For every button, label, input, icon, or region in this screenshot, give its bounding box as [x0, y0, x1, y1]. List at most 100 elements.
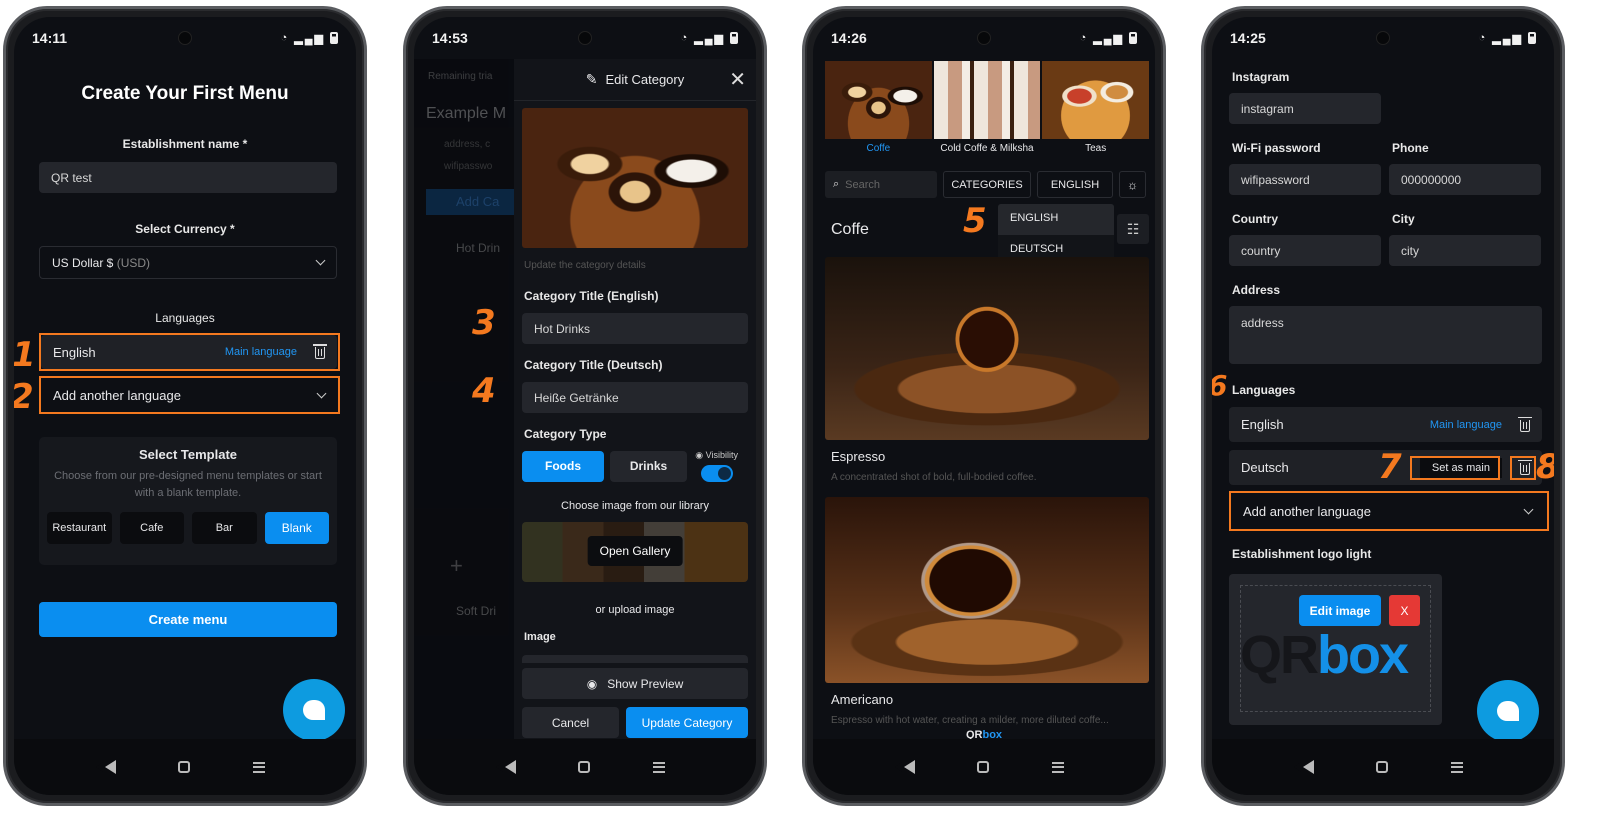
search-input[interactable]: ⌕ Search [825, 171, 937, 198]
visibility-toggle[interactable] [700, 465, 733, 482]
edit-category-modal: ✎ Edit Category ✕ Update the category de… [514, 59, 756, 739]
logo-light-upload: QRbox Edit image X [1229, 574, 1442, 725]
recents-icon[interactable] [652, 761, 665, 773]
template-blank[interactable]: Blank [264, 512, 329, 544]
category-label: Coffe [866, 143, 891, 154]
camera-icon [1376, 31, 1390, 45]
item-name: Americano [831, 692, 894, 707]
update-category-button[interactable]: Update Category [626, 707, 748, 738]
status-icons: ◔ ▂▄▆ [1080, 32, 1137, 45]
languages-label: Languages [1232, 383, 1296, 397]
wifi-icon: ◔ [280, 32, 290, 44]
back-icon[interactable] [496, 760, 517, 774]
template-panel: Select Template Choose from our pre-desi… [39, 437, 337, 565]
instagram-input[interactable]: instagram [1229, 93, 1381, 124]
template-restaurant[interactable]: Restaurant [47, 512, 112, 544]
trash-icon[interactable] [1518, 416, 1532, 432]
item-description: A concentrated shot of bold, full-bodied… [831, 472, 1037, 483]
visibility-label: Visibility [705, 450, 738, 460]
create-menu-button[interactable]: Create menu [39, 602, 337, 637]
menu-item-espresso[interactable]: Espresso A concentrated shot of bold, fu… [825, 257, 1149, 483]
type-drinks[interactable]: Drinks [610, 450, 687, 482]
type-label: Category Type [524, 427, 607, 441]
establishment-input[interactable]: QR test [39, 162, 337, 193]
home-icon[interactable] [977, 761, 990, 773]
status-time: 14:26 [831, 30, 867, 46]
recents-icon[interactable] [1051, 761, 1064, 773]
status-bar: 14:53 ◔ ▂▄▆ [414, 17, 756, 59]
wifi-icon: ◔ [1478, 32, 1488, 44]
logo-preview: QRbox [1240, 624, 1409, 686]
category-thumb [1042, 61, 1150, 139]
category-tab-cold[interactable]: Cold Coffe & Milksha [933, 61, 1041, 154]
image-input[interactable] [522, 655, 748, 663]
back-icon[interactable] [895, 760, 916, 774]
phone-label: Phone [1392, 141, 1429, 155]
show-preview-button[interactable]: ◉ Show Preview [522, 668, 748, 699]
category-tab-teas[interactable]: Teas [1042, 61, 1150, 154]
open-gallery-button[interactable]: Open Gallery [587, 536, 683, 566]
signal-icon: ▂▄▆ [294, 32, 325, 45]
recents-icon[interactable] [1450, 761, 1463, 773]
address-input[interactable]: address [1229, 306, 1542, 364]
language-button[interactable]: ENGLISH [1037, 171, 1113, 198]
annotation-number-2: 2 [14, 377, 34, 417]
template-bar[interactable]: Bar [192, 512, 257, 544]
page-title: Create Your First Menu [81, 83, 289, 104]
remove-image-button[interactable]: X [1389, 595, 1420, 626]
phone-input[interactable]: 000000000 [1389, 164, 1541, 195]
annotation-box-7 [1410, 456, 1500, 480]
instagram-label: Instagram [1232, 70, 1290, 84]
home-icon[interactable] [1376, 761, 1389, 773]
gallery-preview[interactable]: Open Gallery [522, 522, 748, 582]
camera-icon [578, 31, 592, 45]
title-de-input[interactable]: Heiße Getränke [522, 382, 748, 413]
address-label: Address [1232, 283, 1281, 297]
categories-button[interactable]: CATEGORIES [943, 171, 1031, 198]
template-cafe[interactable]: Cafe [119, 512, 184, 544]
annotation-box-1 [39, 333, 340, 371]
title-en-input[interactable]: Hot Drinks [522, 313, 748, 344]
chat-icon [1497, 701, 1519, 721]
category-carousel: Coffe Cold Coffe & Milksha Teas [825, 61, 1150, 154]
address-text: address, c [444, 139, 491, 150]
category-tab-coffe[interactable]: Coffe [825, 61, 932, 154]
search-placeholder: Search [845, 178, 881, 191]
wifi-input[interactable]: wifipassword [1229, 164, 1381, 195]
type-foods[interactable]: Foods [522, 450, 604, 482]
home-icon[interactable] [578, 761, 591, 773]
annotation-box-2 [39, 376, 340, 414]
annotation-number-3: 3 [472, 303, 496, 343]
layout-toggle[interactable]: ☷ [1117, 214, 1149, 244]
back-icon[interactable] [96, 760, 117, 774]
country-input[interactable]: country [1229, 235, 1381, 266]
cancel-button[interactable]: Cancel [522, 707, 619, 738]
add-icon: + [450, 553, 463, 578]
currency-select[interactable]: US Dollar $ (USD) [39, 246, 337, 279]
status-icons: ◔ ▂▄▆ [281, 32, 338, 45]
nav-bar [1212, 739, 1554, 795]
menu-item-americano[interactable]: Americano Espresso with hot water, creat… [825, 497, 1149, 726]
battery-icon [330, 32, 338, 44]
item-name: Espresso [831, 449, 886, 464]
item-description: Espresso with hot water, creating a mild… [831, 715, 1109, 726]
country-label: Country [1232, 212, 1278, 226]
edit-image-button[interactable]: Edit image [1299, 595, 1381, 626]
category-thumb [933, 61, 1041, 139]
title-en-label: Category Title (English) [524, 289, 659, 303]
theme-toggle[interactable]: ☼ [1119, 171, 1146, 198]
city-input[interactable]: city [1389, 235, 1541, 266]
screen: 14:53 ◔ ▂▄▆ Remaining tria Example M addr… [414, 17, 756, 795]
camera-icon [977, 31, 991, 45]
chat-button[interactable] [283, 679, 345, 741]
template-description: Choose from our pre-designed menu templa… [54, 470, 322, 499]
annotation-number-7: 7 [1378, 447, 1402, 487]
language-option-english[interactable]: ENGLISH [998, 204, 1114, 235]
close-icon[interactable]: ✕ [729, 67, 746, 92]
chat-button[interactable] [1477, 680, 1539, 742]
language-name: English [1241, 417, 1284, 432]
recents-icon[interactable] [252, 761, 265, 773]
home-icon[interactable] [178, 761, 191, 773]
back-icon[interactable] [1294, 760, 1315, 774]
annotation-number-5: 5 [963, 201, 987, 241]
